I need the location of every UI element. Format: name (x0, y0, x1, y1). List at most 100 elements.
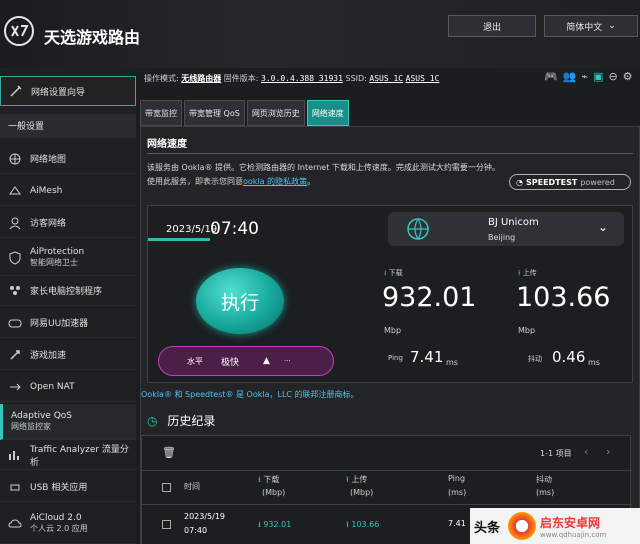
row-upload: ⭱ 103.66 (346, 520, 380, 529)
ping-label: Ping (388, 354, 403, 362)
language-label: 简体中文 (566, 22, 603, 33)
column-header-jitter: 抖动 (536, 475, 552, 484)
divider (142, 470, 632, 471)
date-accent-bar (148, 238, 210, 241)
ping-unit: ms (446, 358, 458, 367)
sidebar-item-label: 家长电脑控制程序 (30, 287, 103, 297)
download-label: ⭳ 下载 (384, 268, 403, 280)
sidebar-item-label: 网络地图 (30, 155, 67, 165)
tab-web-history[interactable]: 网页浏览历史 (246, 100, 305, 126)
sidebar-item-network-map[interactable]: 网络地图 (0, 144, 136, 174)
row-download-value: 932.01 (263, 520, 292, 529)
speed-card: 2023/5/19 07:40 BJ Unicom Beijing ⌄ 执行 水… (147, 205, 633, 383)
trash-icon[interactable]: 🗑 (162, 446, 176, 459)
family-icon (8, 284, 22, 298)
tab-bar: 带宽监控 带宽管理 QoS 网页浏览历史 网络速度 (140, 100, 351, 126)
sidebar-item-label: 网络设置向导 (31, 87, 86, 98)
sidebar-item-aicloud[interactable]: AiCloud 2.0 个人云 2.0 应用 (0, 504, 136, 544)
jitter-label: 抖动 (528, 355, 542, 363)
chart-icon (8, 448, 22, 462)
select-all-checkbox[interactable] (162, 483, 171, 492)
description-end: 。 (307, 177, 316, 186)
sidebar-item-sublabel: 个人云 2.0 应用 (30, 524, 88, 533)
row-download: ⭳ 932.01 (258, 520, 292, 529)
upload-label: ⭱ 上传 (518, 268, 537, 280)
language-select[interactable]: 简体中文 ⌄ (544, 15, 638, 37)
speed-description: 该服务由 Ookla® 提供。它检测路由器的 Internet 下载和上传速度。… (147, 161, 502, 189)
mode-value[interactable]: 无线路由器 (181, 74, 221, 83)
gear-icon[interactable]: ⚙ (623, 70, 633, 83)
rocket-icon (8, 348, 22, 362)
sidebar-item-usb[interactable]: USB 相关应用 (0, 472, 136, 502)
mode-bar[interactable]: 水平 极快 ▲ ··· (158, 346, 334, 376)
sidebar-item-adaptive-qos[interactable]: Adaptive QoS 网络监控家 (0, 404, 136, 440)
more-button[interactable]: ··· (284, 357, 291, 365)
top-bar: 天选游戏路由 退出 简体中文 ⌄ (0, 0, 640, 68)
column-header-ping: Ping (448, 474, 466, 483)
users-status-icon[interactable]: 👥 (563, 70, 577, 83)
next-page-button[interactable]: › (606, 445, 610, 458)
run-test-button[interactable]: 执行 (196, 268, 284, 334)
firmware-label: 固件版本: (223, 74, 259, 83)
divider (142, 504, 632, 505)
history-title: ◷ 历史纪录 (147, 412, 215, 429)
globe-network-icon (406, 217, 430, 244)
status-line: 操作模式: 无线路由器 固件版本: 3.0.0.4.388_31931 SSID… (144, 73, 439, 84)
section-title: 网络速度 (147, 139, 187, 150)
network-status-icon[interactable]: ▣ (593, 70, 603, 83)
mode-level-label: 水平 (187, 356, 203, 366)
sidebar-item-aimesh[interactable]: AiMesh (0, 176, 136, 206)
sidebar-item-parental[interactable]: 家长电脑控制程序 (0, 276, 136, 306)
tab-bandwidth-monitor[interactable]: 带宽监控 (140, 100, 182, 126)
column-header-download-unit: (Mbp) (262, 488, 286, 497)
column-header-jitter-unit: (ms) (536, 488, 555, 497)
ssid-label: SSID: (345, 74, 367, 83)
sidebar-item-game-boost[interactable]: 游戏加速 (0, 340, 136, 370)
mesh-icon (8, 184, 22, 198)
ssid-value-2[interactable]: ASUS_1C (406, 74, 440, 83)
wand-icon (9, 84, 23, 98)
download-value: 932.01 (382, 282, 477, 313)
speedtest-powered-text: powered (580, 177, 615, 187)
sidebar-item-uu[interactable]: 网易UU加速器 (0, 308, 136, 338)
sidebar-item-label: Traffic Analyzer 流量分析 (30, 444, 129, 468)
upload-label-text: 上传 (522, 269, 537, 277)
speed-panel: 网络速度 该服务由 Ookla® 提供。它检测路由器的 Internet 下载和… (140, 126, 640, 544)
watermark-logo-icon (508, 512, 537, 540)
row-checkbox[interactable] (162, 520, 171, 529)
ssid-value-1[interactable]: ASUS_1C (369, 74, 403, 83)
main-content: 操作模式: 无线路由器 固件版本: 3.0.0.4.388_31931 SSID… (136, 68, 640, 544)
mode-label: 操作模式: (144, 74, 179, 83)
sidebar-item-guest[interactable]: 访客网络 (0, 208, 136, 238)
divider (147, 153, 633, 154)
firmware-value[interactable]: 3.0.0.4.388_31931 (261, 74, 343, 83)
watermark-url: www.qdhuajin.com (540, 530, 607, 539)
tab-qos[interactable]: 带宽管理 QoS (184, 100, 245, 126)
isp-selector[interactable]: BJ Unicom Beijing ⌄ (388, 212, 624, 246)
watermark: 头条 启东安卓网 www.qdhuajin.com (470, 508, 640, 544)
download-label-text: 下载 (388, 269, 403, 277)
gamepad-status-icon[interactable]: 🎮 (544, 70, 558, 83)
nat-icon (8, 380, 22, 394)
history-title-text: 历史纪录 (167, 414, 216, 428)
row-upload-value: 103.66 (351, 520, 380, 529)
column-header-download-text: 下载 (263, 475, 280, 484)
logout-button[interactable]: 退出 (448, 15, 536, 37)
sidebar-item-wizard[interactable]: 网络设置向导 (0, 76, 136, 106)
cloud-icon (8, 517, 22, 531)
prev-page-button[interactable]: ‹ (584, 445, 588, 458)
upload-value: 103.66 (516, 282, 611, 313)
sidebar-item-label: AiCloud 2.0 (30, 513, 82, 523)
isp-city: Beijing (488, 233, 516, 242)
usb-status-icon[interactable]: ⌁ (581, 70, 588, 83)
tab-speed[interactable]: 网络速度 (306, 100, 349, 126)
lock-status-icon[interactable]: ⊖ (608, 70, 617, 83)
sidebar-item-label: USB 相关应用 (30, 483, 88, 493)
globe-icon (8, 152, 22, 166)
sidebar-item-traffic-analyzer[interactable]: Traffic Analyzer 流量分析 (0, 440, 136, 470)
sidebar-item-sublabel: 网络监控家 (11, 422, 51, 431)
privacy-link[interactable]: ookla 的隐私政策 (243, 177, 307, 186)
isp-name: BJ Unicom (488, 217, 539, 228)
sidebar-item-open-nat[interactable]: Open NAT (0, 372, 136, 402)
sidebar-item-aiprotection[interactable]: AiProtection 智能网络卫士 (0, 240, 136, 276)
